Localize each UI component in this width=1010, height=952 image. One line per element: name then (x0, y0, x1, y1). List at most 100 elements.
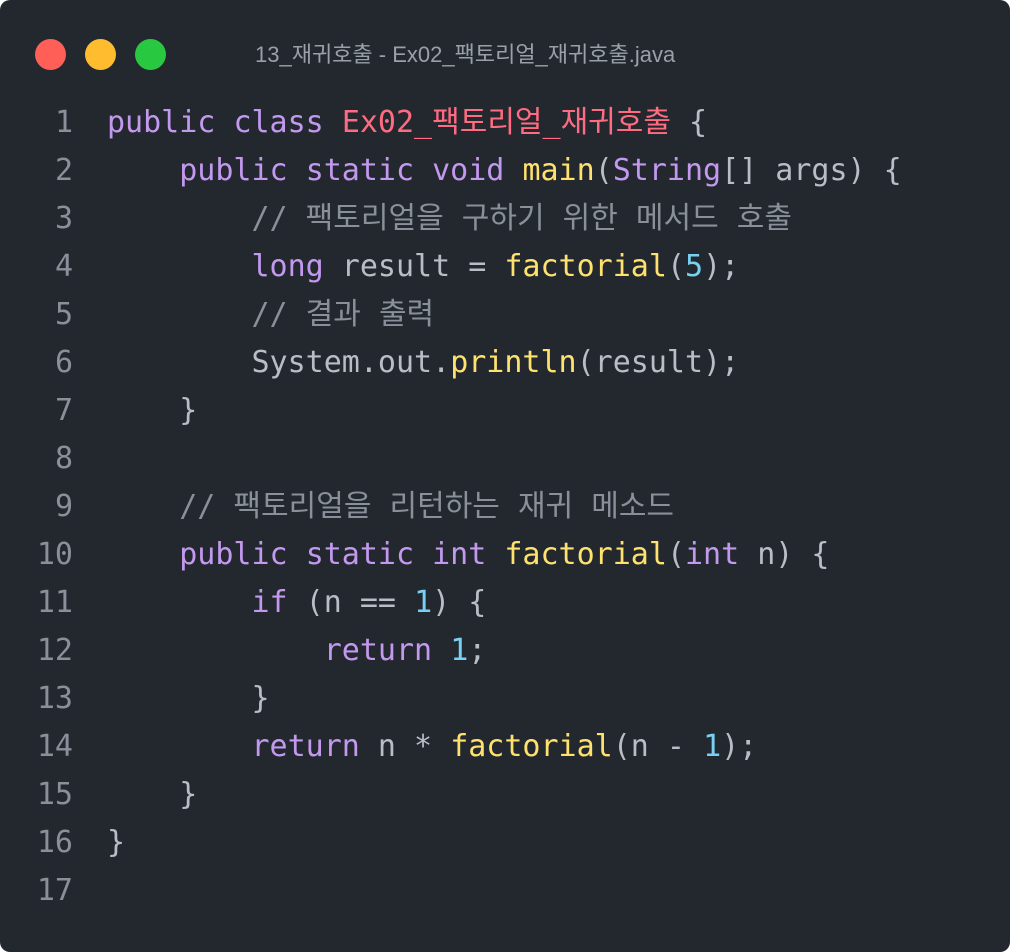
line-number: 16 (36, 825, 73, 860)
line-number: 12 (36, 633, 73, 668)
code-token: // 결과 출력 (251, 297, 435, 332)
code-line[interactable]: 9 // 팩토리얼을 리턴하는 재귀 메소드 (0, 483, 1010, 531)
code-line[interactable]: 11 if (n == 1) { (0, 579, 1010, 627)
line-number: 6 (54, 345, 73, 380)
code-token: public (179, 153, 288, 188)
code-text: } (107, 675, 270, 723)
code-text: long result = factorial(5); (107, 243, 740, 291)
code-token: (n == (287, 585, 415, 620)
line-number: 3 (54, 201, 73, 236)
line-number: 7 (54, 393, 73, 428)
code-token: System.out. (251, 345, 451, 380)
code-token: } (107, 681, 270, 716)
code-text: } (107, 771, 197, 819)
code-line[interactable]: 15 } (0, 771, 1010, 819)
line-number: 10 (36, 537, 73, 572)
line-number: 2 (54, 153, 73, 188)
code-token: println (450, 345, 577, 380)
line-number: 14 (36, 729, 73, 764)
line-number: 13 (36, 681, 73, 716)
code-text: public class Ex02_팩토리얼_재귀호출 { (107, 99, 707, 147)
title-bar: 13_재귀호출 - Ex02_팩토리얼_재귀호출.java (0, 0, 1010, 100)
code-line[interactable]: 17 (0, 867, 1010, 915)
code-token: void (432, 153, 505, 188)
code-text: System.out.println(result); (107, 339, 740, 387)
code-line[interactable]: 13 } (0, 675, 1010, 723)
code-token: String (612, 153, 722, 188)
code-token: // 팩토리얼을 구하기 위한 메서드 호출 (251, 201, 792, 236)
code-token: class (233, 105, 324, 140)
code-token: long (251, 249, 324, 284)
code-token: (result); (576, 345, 740, 380)
code-token: ( (666, 249, 685, 284)
code-text: public static int factorial(int n) { (107, 531, 830, 579)
code-line[interactable]: 2 public static void main(String[] args)… (0, 147, 1010, 195)
line-number: 5 (54, 297, 73, 332)
code-token: ( (594, 153, 613, 188)
code-token: n) { (739, 537, 830, 572)
line-number: 4 (54, 249, 73, 284)
minimize-window-button[interactable] (85, 39, 116, 70)
code-line[interactable]: 14 return n * factorial(n - 1); (0, 723, 1010, 771)
code-line[interactable]: 7 } (0, 387, 1010, 435)
code-token: (n - (612, 729, 704, 764)
code-line[interactable]: 5 // 결과 출력 (0, 291, 1010, 339)
code-token: Ex02_팩토리얼_재귀호출 (341, 105, 671, 140)
code-text: return n * factorial(n - 1); (107, 723, 758, 771)
code-text: } (107, 387, 197, 435)
code-token: 1 (414, 585, 433, 620)
code-line[interactable]: 6 System.out.println(result); (0, 339, 1010, 387)
code-token: main (522, 153, 595, 188)
code-window: 13_재귀호출 - Ex02_팩토리얼_재귀호출.java 1 public cl… (0, 0, 1010, 952)
code-text: if (n == 1) { (107, 579, 487, 627)
code-token: ; (468, 633, 487, 668)
code-text: public static void main(String[] args) { (107, 147, 902, 195)
maximize-window-button[interactable] (135, 39, 166, 70)
code-token: public (179, 537, 288, 572)
code-editor[interactable]: 1 public class Ex02_팩토리얼_재귀호출 {2 public s… (0, 99, 1010, 915)
code-token: return (251, 729, 360, 764)
code-token: factorial (504, 537, 667, 572)
line-number: 15 (36, 777, 73, 812)
code-line[interactable]: 1 public class Ex02_팩토리얼_재귀호출 { (0, 99, 1010, 147)
code-token: } (107, 777, 198, 812)
code-token: factorial (504, 249, 667, 284)
code-token: ); (703, 249, 740, 284)
code-token: // 팩토리얼을 리턴하는 재귀 메소드 (179, 489, 675, 524)
code-token: static (305, 153, 415, 188)
code-line[interactable]: 16} (0, 819, 1010, 867)
code-text: return 1; (107, 627, 487, 675)
code-token: int (685, 537, 740, 572)
code-token: static (305, 537, 415, 572)
code-token: { (670, 105, 708, 140)
code-line[interactable]: 4 long result = factorial(5); (0, 243, 1010, 291)
code-token: n * (359, 729, 451, 764)
code-line[interactable]: 12 return 1; (0, 627, 1010, 675)
window-title: 13_재귀호출 - Ex02_팩토리얼_재귀호출.java (255, 42, 676, 67)
code-token: public (107, 105, 216, 140)
line-number: 17 (36, 873, 73, 908)
code-text: // 팩토리얼을 구하기 위한 메서드 호출 (107, 195, 792, 243)
code-token: factorial (450, 729, 613, 764)
line-number: 9 (54, 489, 73, 524)
code-line[interactable]: 3 // 팩토리얼을 구하기 위한 메서드 호출 (0, 195, 1010, 243)
code-line[interactable]: 8 (0, 435, 1010, 483)
close-window-button[interactable] (35, 39, 66, 70)
code-token: 1 (450, 633, 469, 668)
code-line[interactable]: 10 public static int factorial(int n) { (0, 531, 1010, 579)
code-token: ( (666, 537, 685, 572)
code-token: [] args) { (721, 153, 902, 188)
code-token: ) { (432, 585, 487, 620)
